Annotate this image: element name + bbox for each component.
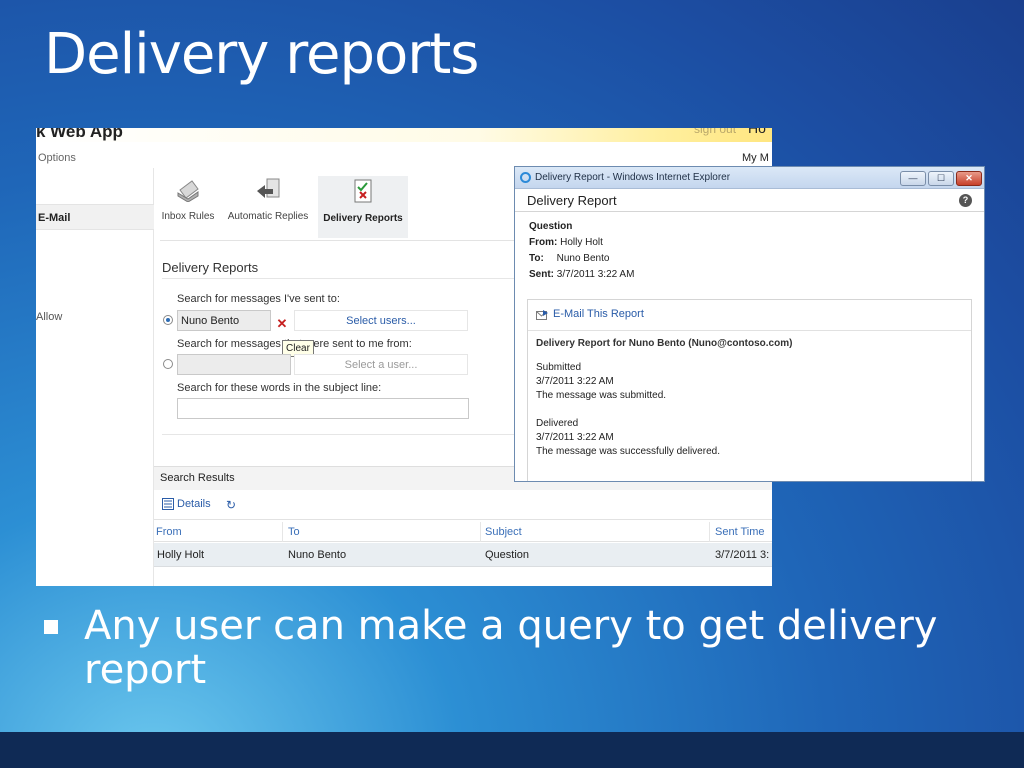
from-label: From: — [529, 237, 558, 248]
sent-from-radio[interactable] — [163, 359, 173, 369]
owa-header-bar — [36, 128, 772, 142]
column-divider — [709, 522, 710, 542]
report-header: Delivery Report — [527, 193, 617, 208]
sign-out-link[interactable]: sign out — [694, 128, 736, 136]
sent-value: 3/7/2011 3:22 AM — [556, 269, 635, 280]
sidebar-item-allow[interactable]: Allow — [36, 311, 62, 323]
toolbar-divider — [160, 240, 520, 241]
footer-band — [0, 732, 1024, 768]
slide-title: Delivery reports — [44, 22, 479, 87]
sent-to-label: Search for messages I've sent to: — [177, 293, 340, 305]
cell-to: Nuno Bento — [288, 549, 347, 561]
results-toolbar: Details ↻ — [154, 492, 772, 520]
select-a-user-button[interactable]: Select a user... — [294, 354, 468, 375]
header-divider — [515, 211, 984, 212]
column-header-from[interactable]: From — [156, 526, 182, 538]
bullet-text: Any user can make a query to get deliver… — [84, 603, 938, 693]
column-header-subject[interactable]: Subject — [485, 526, 522, 538]
my-mail-link[interactable]: My M — [742, 152, 769, 164]
refresh-icon[interactable]: ↻ — [226, 498, 236, 512]
details-button[interactable]: Details — [162, 498, 211, 510]
event-time: 3/7/2011 3:22 AM — [536, 432, 614, 443]
cell-sent-time: 3/7/2011 3: — [715, 549, 770, 561]
event-detail: The message was submitted. — [536, 390, 667, 401]
delivery-reports-icon — [354, 179, 372, 203]
window-title: Delivery Report - Windows Internet Explo… — [535, 172, 731, 183]
results-column-headers: From To Subject Sent Time — [154, 522, 772, 542]
report-for-line: Delivery Report for Nuno Bento (Nuno@con… — [536, 338, 793, 349]
report-to: To: Nuno Bento — [529, 253, 609, 264]
details-icon — [162, 498, 174, 510]
sent-to-field[interactable]: Nuno Bento — [177, 310, 271, 331]
clear-icon[interactable]: ✕ — [272, 314, 292, 334]
report-sent: Sent: 3/7/2011 3:22 AM — [529, 269, 634, 280]
delivery-reports-label: Delivery Reports — [323, 213, 403, 224]
close-button[interactable]: ✕ — [956, 171, 982, 186]
cell-from: Holly Holt — [157, 549, 205, 561]
to-label: To: — [529, 253, 544, 264]
column-header-sent-time[interactable]: Sent Time — [715, 526, 765, 538]
email-report-icon — [536, 309, 548, 320]
column-header-to[interactable]: To — [288, 526, 300, 538]
event-time: 3/7/2011 3:22 AM — [536, 376, 614, 387]
maximize-button[interactable]: ☐ — [928, 171, 954, 186]
inbox-rules-button[interactable]: Inbox Rules — [160, 176, 216, 222]
to-value: Nuno Bento — [556, 253, 610, 264]
sent-to-radio[interactable] — [163, 315, 173, 325]
subject-input[interactable] — [177, 398, 469, 419]
inbox-rules-icon — [177, 180, 199, 203]
subject-label: Search for these words in the subject li… — [177, 382, 382, 394]
internet-explorer-icon — [520, 172, 531, 183]
automatic-replies-icon — [257, 178, 280, 198]
email-this-report-link[interactable]: E-Mail This Report — [536, 308, 644, 320]
details-label: Details — [177, 498, 211, 510]
bullet-point: Any user can make a query to get deliver… — [44, 604, 984, 692]
table-row[interactable]: Holly Holt Nuno Bento Question 3/7/2011 … — [154, 543, 772, 567]
window-titlebar[interactable]: Delivery Report - Windows Internet Explo… — [515, 167, 984, 189]
automatic-replies-label: Automatic Replies — [227, 211, 309, 222]
box-divider — [528, 330, 971, 331]
automatic-replies-button[interactable]: Automatic Replies — [226, 176, 310, 222]
sent-from-field[interactable] — [177, 354, 291, 375]
report-from: From: Holly Holt — [529, 237, 603, 248]
column-divider — [282, 522, 283, 542]
report-subject: Question — [529, 221, 573, 232]
sidebar-item-email[interactable]: E-Mail — [36, 204, 154, 230]
cell-subject: Question — [485, 549, 530, 561]
section-title: Delivery Reports — [162, 260, 259, 275]
email-this-report-label: E-Mail This Report — [553, 308, 644, 320]
inbox-rules-label: Inbox Rules — [161, 211, 215, 222]
delivery-reports-button[interactable]: Delivery Reports — [318, 176, 408, 238]
event-detail: The message was successfully delivered. — [536, 446, 720, 457]
owa-sidebar — [36, 168, 154, 586]
sent-label: Sent: — [529, 269, 554, 280]
owa-brand: k Web App — [36, 128, 123, 141]
report-details-box: E-Mail This Report Delivery Report for N… — [527, 299, 972, 481]
minimize-button[interactable]: — — [900, 171, 926, 186]
event-status: Submitted — [536, 362, 582, 373]
from-value: Holly Holt — [560, 237, 603, 248]
owa-user-name: Ho — [748, 128, 766, 136]
column-divider — [480, 522, 481, 542]
options-label: Options — [38, 152, 76, 164]
select-users-button[interactable]: Select users... — [294, 310, 468, 331]
bullet-square-icon — [44, 620, 58, 634]
form-divider — [162, 434, 522, 435]
delivery-report-window: Delivery Report - Windows Internet Explo… — [514, 166, 985, 482]
help-icon[interactable]: ? — [959, 194, 972, 207]
section-divider — [162, 278, 522, 279]
event-status: Delivered — [536, 418, 579, 429]
